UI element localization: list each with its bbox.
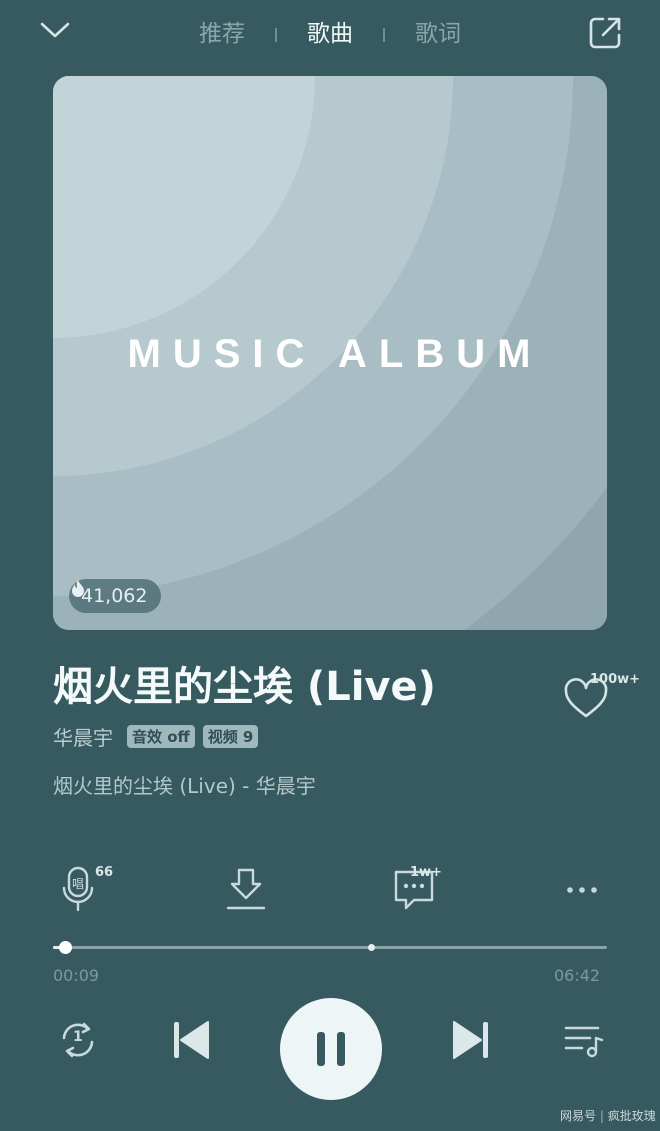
- total-time: 06:42: [554, 966, 601, 985]
- video-tag[interactable]: 视频 9: [202, 724, 259, 748]
- tab-lyrics[interactable]: 歌词: [411, 14, 465, 54]
- song-title: 烟火里的尘埃 (Live): [53, 664, 436, 710]
- album-cover-text: MUSIC ALBUM: [127, 332, 543, 376]
- sing-count: 66: [95, 865, 114, 880]
- skip-next-icon: [453, 1021, 488, 1059]
- artist-name[interactable]: 华晨宇: [53, 722, 113, 751]
- top-tabs: 推荐 歌曲 歌词: [0, 14, 660, 54]
- song-subtitle: 烟火里的尘埃 (Live) - 华晨宇: [53, 774, 316, 798]
- comment-count: 1w+: [410, 865, 442, 880]
- download-icon: [226, 868, 266, 910]
- loop-mode-button[interactable]: 1: [54, 1016, 102, 1064]
- tab-divider: [383, 27, 385, 42]
- progress-track[interactable]: [53, 946, 607, 949]
- download-button[interactable]: [222, 864, 270, 912]
- svg-text:唱: 唱: [72, 877, 84, 891]
- heat-badge[interactable]: 41,062: [69, 579, 162, 613]
- progress-marker: [368, 944, 375, 951]
- more-dots-icon: [567, 887, 597, 893]
- more-options-button[interactable]: [560, 866, 608, 914]
- tab-song[interactable]: 歌曲: [303, 14, 357, 54]
- watermark-source: 网易号: [560, 1109, 597, 1123]
- sound-effect-tag[interactable]: 音效 off: [127, 724, 195, 748]
- share-icon[interactable]: [586, 14, 624, 52]
- heat-count: 41,062: [81, 585, 148, 607]
- like-count: 100w+: [590, 672, 641, 687]
- watermark-author: 疯批玫瑰: [607, 1109, 656, 1123]
- skip-previous-icon: [174, 1021, 209, 1059]
- loop-badge: 1: [73, 1029, 83, 1045]
- pause-icon: [317, 1032, 345, 1066]
- previous-track-button[interactable]: [168, 1016, 216, 1064]
- tab-recommend[interactable]: 推荐: [195, 14, 249, 54]
- playlist-icon: [564, 1026, 604, 1058]
- artist-row: 华晨宇 音效 off 视频 9: [53, 721, 259, 751]
- watermark: 网易号 | 疯批玫瑰: [560, 1109, 656, 1123]
- current-time: 00:09: [53, 966, 100, 985]
- pause-button[interactable]: [280, 998, 382, 1100]
- playlist-button[interactable]: [560, 1016, 608, 1064]
- album-cover[interactable]: MUSIC ALBUM 41,062: [53, 76, 607, 630]
- tab-divider: [275, 27, 277, 42]
- next-track-button[interactable]: [446, 1016, 494, 1064]
- flame-icon: [72, 580, 84, 597]
- progress-handle[interactable]: [59, 941, 73, 954]
